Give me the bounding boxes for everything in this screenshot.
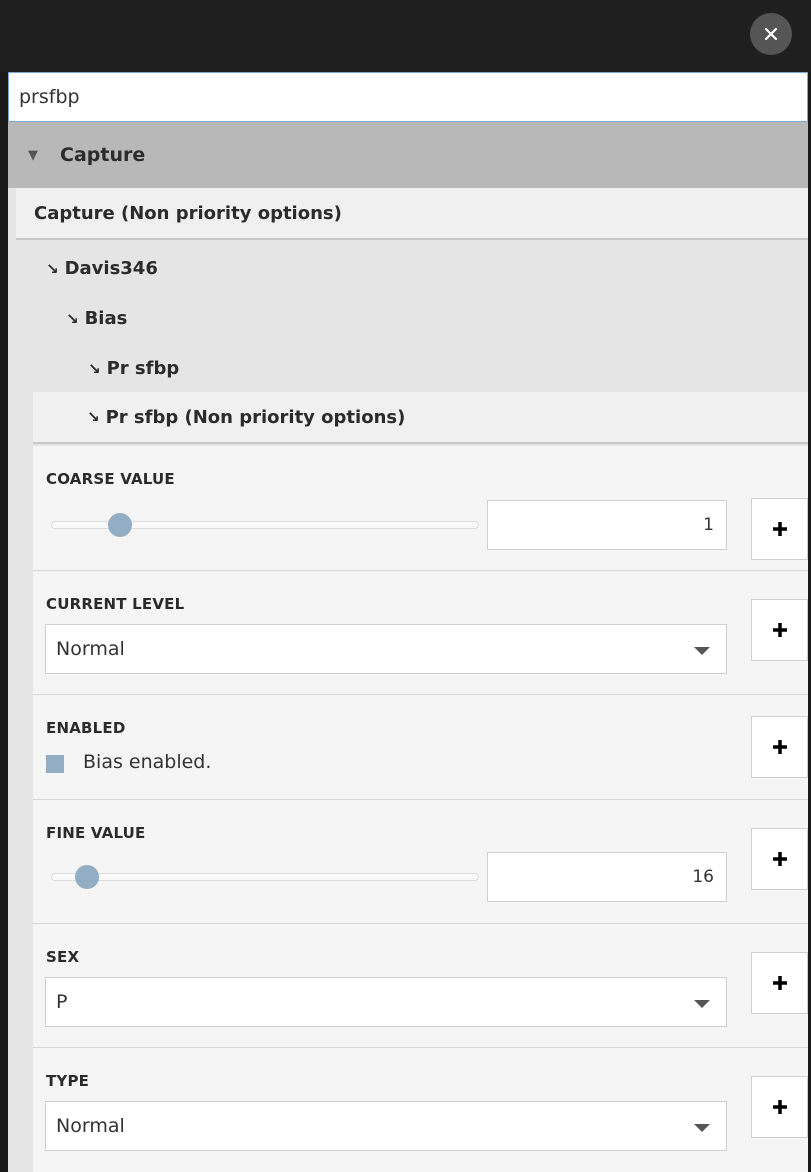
property-label: TYPE [46,1072,90,1090]
property-label: CURRENT LEVEL [46,595,185,613]
add-type-button[interactable] [751,1076,808,1138]
title-bar [0,0,811,72]
arrow-down-right-icon: ↘ [87,408,100,426]
caret-down-icon [694,647,710,655]
close-button[interactable] [750,13,792,55]
tree-node-pr-sfbp[interactable]: ↘ Pr sfbp [88,358,179,379]
fine-value-input[interactable] [487,852,727,902]
plus-icon [772,623,787,637]
triangle-down-icon: ▼ [28,147,38,163]
add-enabled-button[interactable] [751,716,808,778]
tree-node-label: Davis346 [64,258,158,279]
property-label: SEX [46,948,80,966]
capture-nonpriority-header[interactable]: Capture (Non priority options) [16,188,808,240]
arrow-down-right-icon: ↘ [66,309,79,328]
coarse-value-slider-thumb[interactable] [107,513,132,537]
capture-section-header[interactable]: ▼ Capture [8,122,808,188]
bias-enabled-checkbox[interactable] [46,755,64,773]
select-value: P [56,991,68,1013]
pr-sfbp-nonpriority-header[interactable]: ↘ Pr sfbp (Non priority options) [33,392,808,444]
select-value: Normal [56,638,125,660]
property-type: TYPE Normal [33,1048,808,1172]
property-enabled: ENABLED Bias enabled. [33,695,808,800]
property-current-level: CURRENT LEVEL Normal [33,571,808,695]
property-label: ENABLED [46,719,126,737]
capture-section-title: Capture [60,144,146,166]
caret-down-icon [694,1124,710,1132]
sex-select[interactable]: P [45,977,727,1027]
fine-value-slider-thumb[interactable] [75,865,100,889]
property-fine-value: FINE VALUE [33,800,808,924]
tree-node-davis346[interactable]: ↘ Davis346 [46,258,158,279]
add-coarse-value-button[interactable] [751,498,808,560]
add-fine-value-button[interactable] [751,828,808,890]
window-frame-left [0,0,8,1172]
current-level-select[interactable]: Normal [45,624,727,674]
plus-icon [772,1100,787,1114]
tree-node-bias[interactable]: ↘ Bias [66,308,127,329]
add-sex-button[interactable] [751,952,808,1014]
caret-down-icon [694,1000,710,1008]
select-value: Normal [56,1115,125,1137]
coarse-value-input[interactable] [487,500,727,550]
tree-node-label: Bias [84,308,128,329]
arrow-down-right-icon: ↘ [46,259,59,278]
settings-panel: ▼ Capture Capture (Non priority options)… [8,122,808,1172]
type-select[interactable]: Normal [45,1101,727,1151]
capture-nonpriority-title: Capture (Non priority options) [34,202,342,224]
search-input[interactable] [8,72,808,122]
property-sex: SEX P [33,924,808,1048]
add-current-level-button[interactable] [751,599,808,661]
property-label: FINE VALUE [46,824,146,842]
arrow-down-right-icon: ↘ [88,359,101,378]
close-icon [764,27,778,41]
pr-sfbp-nonpriority-title: Pr sfbp (Non priority options) [105,406,406,428]
tree-node-label: Pr sfbp [106,358,180,379]
plus-icon [772,522,787,536]
plus-icon [772,740,787,754]
property-label: COARSE VALUE [46,470,175,488]
checkbox-label: Bias enabled. [83,751,212,773]
fine-value-slider-track[interactable] [51,873,479,881]
property-coarse-value: COARSE VALUE [33,446,808,571]
plus-icon [772,852,787,866]
plus-icon [772,976,787,990]
